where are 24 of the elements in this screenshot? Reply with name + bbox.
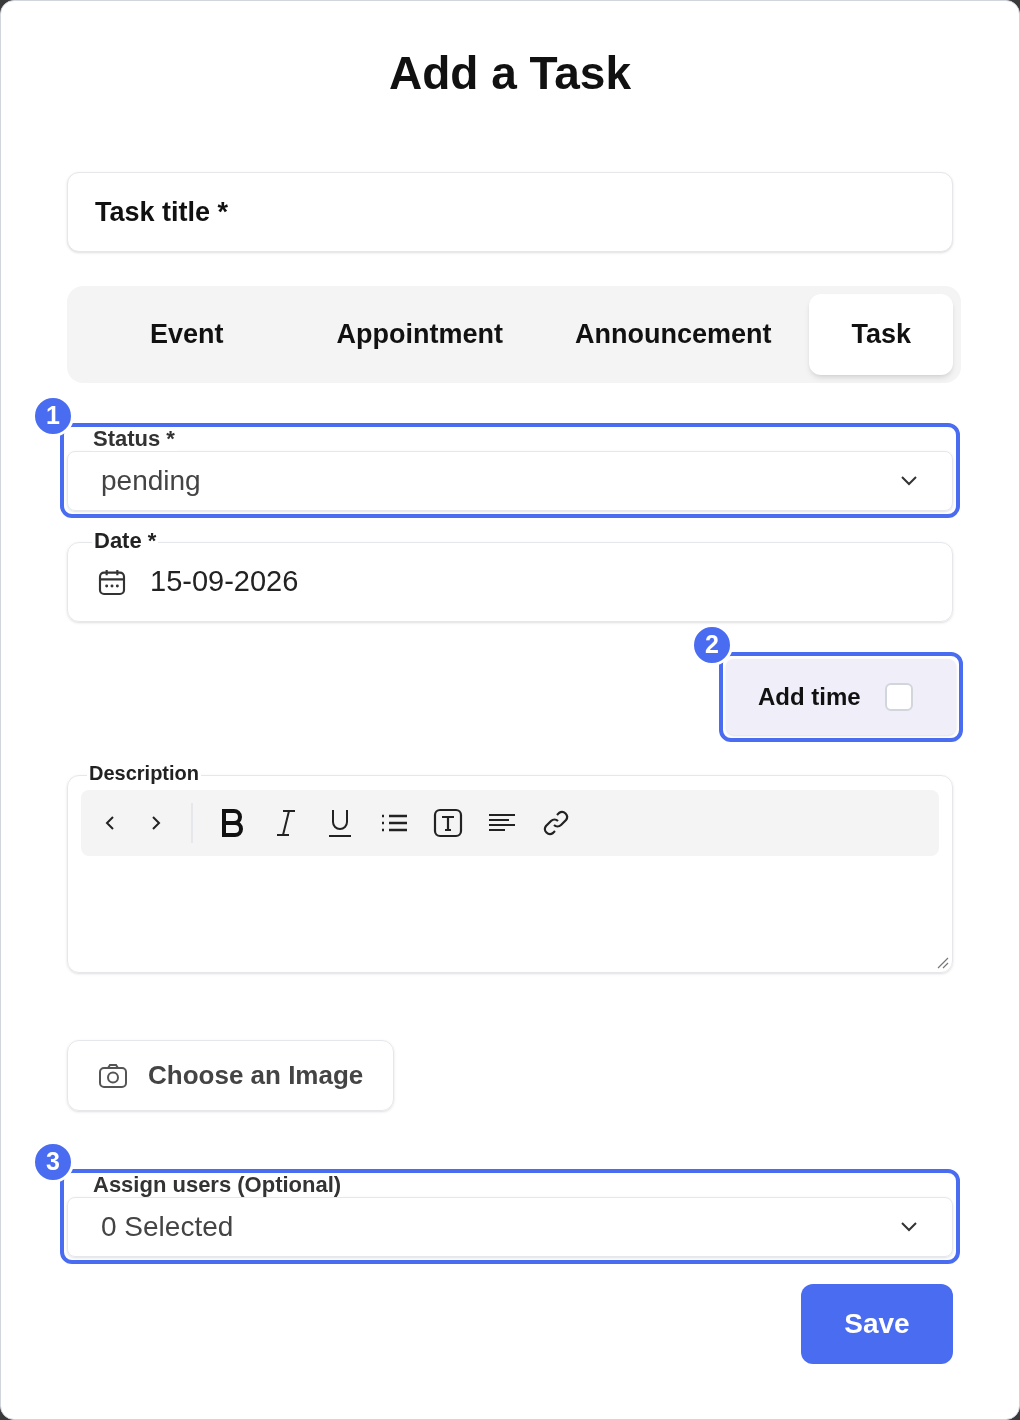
save-button[interactable]: Save [801, 1284, 953, 1364]
step-badge: 3 [32, 1141, 74, 1183]
choose-image-button[interactable]: Choose an Image [67, 1040, 395, 1111]
camera-icon [98, 1061, 128, 1090]
tab[interactable]: Event [75, 294, 299, 375]
add-time-toggle[interactable]: Add time [726, 659, 956, 735]
select-field[interactable]: 0 Selected [67, 1197, 953, 1257]
tab[interactable]: Appointment [302, 294, 537, 375]
select-value: pending [101, 464, 201, 498]
dialog-title: Add a Task [389, 46, 631, 101]
chevron-down-icon [899, 475, 919, 487]
step-badge: 1 [32, 395, 74, 437]
resize-handle-icon[interactable] [935, 955, 949, 969]
tab[interactable]: Announcement [540, 294, 806, 375]
checkbox[interactable] [884, 683, 913, 711]
date-value: 15-09-2026 [150, 564, 299, 600]
select-value: 0 Selected [101, 1210, 234, 1244]
select-field[interactable]: pending [67, 451, 953, 511]
text-box-icon[interactable] [433, 808, 463, 838]
tab[interactable]: Task [809, 294, 953, 375]
step-badge: 2 [691, 624, 733, 666]
task-title-field[interactable]: Task title * [67, 172, 953, 252]
link-icon[interactable] [541, 808, 571, 838]
chevron-down-icon [899, 1221, 919, 1233]
